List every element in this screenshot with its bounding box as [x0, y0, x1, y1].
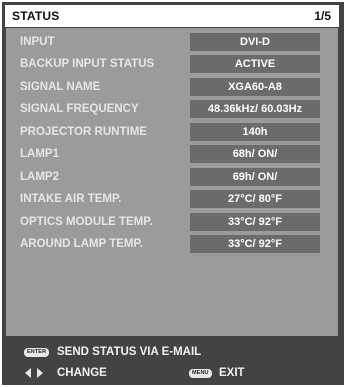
status-row-signal-name: SIGNAL NAME XGA60-A8: [6, 77, 338, 97]
status-row-intake-air-temp: INTAKE AIR TEMP. 27°C/ 80°F: [6, 189, 338, 209]
status-row-optics-module-temp: OPTICS MODULE TEMP. 33°C/ 92°F: [6, 212, 338, 232]
footer-controls: ENTER SEND STATUS VIA E-MAIL CHANGE MENU…: [2, 336, 344, 385]
status-label: PROJECTOR RUNTIME: [20, 125, 147, 138]
status-label: SIGNAL FREQUENCY: [20, 103, 139, 116]
change-label: CHANGE: [57, 367, 107, 379]
status-label: INPUT: [20, 36, 55, 48]
status-row-lamp1: LAMP1 68h/ ON/: [6, 144, 338, 164]
status-label: INTAKE AIR TEMP.: [20, 193, 122, 206]
status-value: 33°C/ 92°F: [190, 234, 320, 253]
exit-label: EXIT: [219, 367, 245, 379]
status-label: LAMP2: [20, 170, 59, 183]
status-label: LAMP1: [20, 148, 59, 161]
page-title: STATUS: [12, 9, 60, 23]
title-bar: STATUS 1/5: [5, 5, 339, 27]
status-label: BACKUP INPUT STATUS: [20, 58, 155, 71]
navigation-hints: CHANGE MENU EXIT: [2, 363, 344, 383]
status-value: 33°C/ 92°F: [190, 212, 320, 231]
menu-key-icon[interactable]: MENU: [189, 369, 212, 378]
enter-key-icon: ENTER: [24, 348, 50, 357]
status-panel: INPUT DVI-D BACKUP INPUT STATUS ACTIVE S…: [6, 28, 338, 336]
status-row-around-lamp-temp: AROUND LAMP TEMP. 33°C/ 92°F: [6, 234, 338, 254]
status-value: 27°C/ 80°F: [190, 190, 320, 209]
status-value: 69h/ ON/: [190, 167, 320, 186]
status-row-input: INPUT DVI-D: [6, 32, 338, 52]
status-value: 140h: [190, 122, 320, 141]
status-label: OPTICS MODULE TEMP.: [20, 215, 153, 228]
page-indicator: 1/5: [314, 9, 331, 23]
send-status-label: SEND STATUS VIA E-MAIL: [57, 346, 202, 358]
status-value: DVI-D: [190, 33, 320, 51]
status-value: XGA60-A8: [190, 77, 320, 96]
status-value: 68h/ ON/: [190, 145, 320, 164]
status-label: AROUND LAMP TEMP.: [20, 237, 143, 250]
status-list: INPUT DVI-D BACKUP INPUT STATUS ACTIVE S…: [6, 32, 338, 256]
status-label: SIGNAL NAME: [20, 80, 101, 93]
status-row-backup-input-status: BACKUP INPUT STATUS ACTIVE: [6, 54, 338, 74]
status-value: 48.36kHz/ 60.03Hz: [190, 100, 320, 119]
status-row-lamp2: LAMP2 69h/ ON/: [6, 167, 338, 187]
send-status-action[interactable]: ENTER SEND STATUS VIA E-MAIL: [2, 342, 344, 362]
status-value: ACTIVE: [190, 55, 320, 74]
left-right-arrows-icon[interactable]: [25, 368, 43, 378]
status-row-projector-runtime: PROJECTOR RUNTIME 140h: [6, 122, 338, 142]
status-row-signal-frequency: SIGNAL FREQUENCY 48.36kHz/ 60.03Hz: [6, 99, 338, 119]
